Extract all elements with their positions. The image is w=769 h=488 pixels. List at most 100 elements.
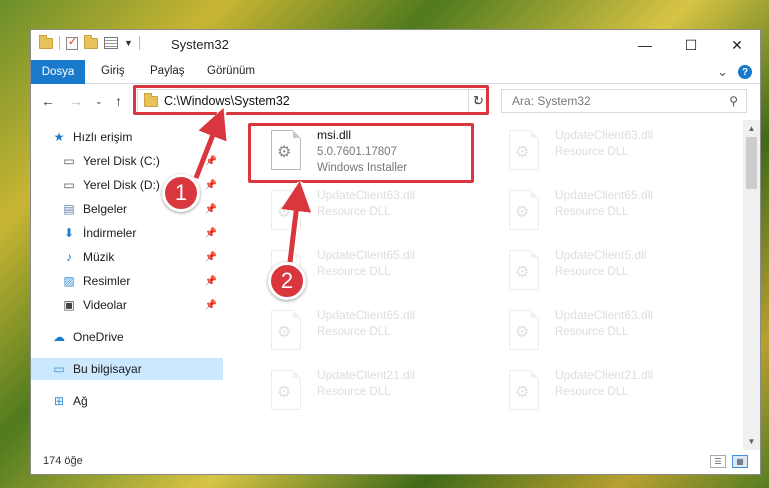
file-name: UpdateClient65.dll xyxy=(555,188,654,202)
recent-locations-icon[interactable]: ⌄ xyxy=(95,96,103,107)
ribbon-tabs: Dosya Giriş Paylaş Görünüm ⌄ ? xyxy=(31,60,760,84)
file-item[interactable]: ⚙ UpdateClient21.dll Resource DLL xyxy=(489,364,719,420)
sidebar-item-label: Videolar xyxy=(83,298,127,312)
address-path[interactable]: C:\Windows\System32 xyxy=(164,94,472,108)
cloud-icon: ☁ xyxy=(53,330,65,344)
sidebar-item-label: Ağ xyxy=(73,394,88,408)
title-bar: ▼ System32 — ☐ ✕ xyxy=(31,30,760,60)
pin-icon[interactable]: 📌 xyxy=(205,252,217,263)
file-item[interactable]: ⚙ UpdateClient63.dll Resource DLL xyxy=(489,304,719,360)
sidebar-item-music[interactable]: ♪ Müzik 📌 xyxy=(31,246,223,268)
tiles-view-icon[interactable]: ▦ xyxy=(732,455,748,468)
file-name: UpdateClient65.dll xyxy=(317,308,416,322)
forward-arrow-icon[interactable]: → xyxy=(69,93,83,109)
download-icon: ⬇ xyxy=(63,226,75,240)
sidebar-item-pictures[interactable]: ▨ Resimler 📌 xyxy=(31,270,223,292)
back-arrow-icon[interactable]: ← xyxy=(41,93,55,109)
document-icon: ▤ xyxy=(63,202,75,216)
file-item[interactable]: ⚙ UpdateClient21.dll Resource DLL xyxy=(251,364,481,420)
computer-icon: ▭ xyxy=(53,362,65,376)
list-icon[interactable] xyxy=(104,37,118,49)
file-description: Resource DLL xyxy=(317,386,391,398)
properties-check-icon[interactable] xyxy=(66,35,78,50)
gear-icon: ⚙ xyxy=(277,144,292,161)
file-description: Resource DLL xyxy=(317,206,391,218)
minimize-button[interactable]: — xyxy=(622,30,668,60)
item-count: 174 öğe xyxy=(43,455,83,467)
search-icon[interactable]: ⚲ xyxy=(729,94,738,108)
network-icon: ⊞ xyxy=(53,394,65,408)
file-item[interactable]: ⚙ UpdateClient63.dll Resource DLL xyxy=(489,124,719,180)
view-buttons: ☰ ▦ xyxy=(710,455,748,468)
qat-separator xyxy=(59,36,60,50)
help-icon[interactable]: ? xyxy=(738,65,752,79)
file-item[interactable]: ⚙ UpdateClient65.dll Resource DLL xyxy=(251,304,481,360)
details-view-icon[interactable]: ☰ xyxy=(710,455,726,468)
scroll-up-icon[interactable]: ▲ xyxy=(743,120,760,137)
window-controls: — ☐ ✕ xyxy=(622,30,760,60)
close-button[interactable]: ✕ xyxy=(714,30,760,60)
sidebar-item-quick-access[interactable]: ★ Hızlı erişim xyxy=(31,126,223,148)
file-description: Resource DLL xyxy=(317,326,391,338)
refresh-icon[interactable]: ↻ xyxy=(468,89,488,113)
gear-icon: ⚙ xyxy=(515,144,530,161)
tab-view[interactable]: Görünüm xyxy=(207,65,255,77)
up-arrow-icon[interactable]: ↑ xyxy=(115,93,122,109)
file-description: Resource DLL xyxy=(555,146,629,158)
pin-icon[interactable]: 📌 xyxy=(205,228,217,239)
gear-icon: ⚙ xyxy=(277,324,292,341)
file-list: ⚙ msi.dll 5.0.7601.17807 Windows Install… xyxy=(231,120,743,450)
explorer-window: ▼ System32 — ☐ ✕ Dosya Giriş Paylaş Görü… xyxy=(30,29,761,475)
file-description: Resource DLL xyxy=(317,266,391,278)
quick-access-toolbar: ▼ xyxy=(39,34,140,50)
sidebar-item-drive-c[interactable]: ▭ Yerel Disk (C:) 📌 xyxy=(31,150,223,172)
gear-icon: ⚙ xyxy=(277,204,292,221)
file-item[interactable]: ⚙ UpdateClient5.dll Resource DLL xyxy=(489,244,719,300)
expand-ribbon-icon[interactable]: ⌄ xyxy=(717,64,728,80)
tab-file[interactable]: Dosya xyxy=(31,60,85,84)
tab-share[interactable]: Paylaş xyxy=(150,65,185,77)
gear-icon: ⚙ xyxy=(515,384,530,401)
window-title: System32 xyxy=(171,37,229,52)
file-item[interactable]: ⚙ UpdateClient65.dll Resource DLL xyxy=(489,184,719,240)
file-version: 5.0.7601.17807 xyxy=(317,146,397,158)
sidebar-item-videos[interactable]: ▣ Videolar 📌 xyxy=(31,294,223,316)
file-name: UpdateClient65.dll xyxy=(317,248,416,262)
file-name: UpdateClient21.dll xyxy=(555,368,654,382)
music-icon: ♪ xyxy=(66,250,72,264)
pin-icon[interactable]: 📌 xyxy=(205,276,217,287)
sidebar-item-network[interactable]: ⊞ Ağ xyxy=(31,390,223,412)
file-name: UpdateClient63.dll xyxy=(317,188,416,202)
sidebar-item-this-pc[interactable]: ▭ Bu bilgisayar xyxy=(31,358,223,380)
sidebar-item-label: Bu bilgisayar xyxy=(73,362,142,376)
scroll-down-icon[interactable]: ▼ xyxy=(743,433,760,450)
picture-icon: ▨ xyxy=(63,274,75,288)
callout-badge-1: 1 xyxy=(162,174,200,212)
sidebar-item-downloads[interactable]: ⬇ İndirmeler 📌 xyxy=(31,222,223,244)
drive-icon: ▭ xyxy=(63,154,75,168)
customize-qat-icon[interactable]: ▼ xyxy=(124,38,133,48)
sidebar-item-onedrive[interactable]: ☁ OneDrive xyxy=(31,326,223,348)
gear-icon: ⚙ xyxy=(515,264,530,281)
file-item[interactable]: ⚙ UpdateClient63.dll Resource DLL xyxy=(251,184,481,240)
sidebar-item-label: Belgeler xyxy=(83,202,128,216)
sidebar-item-label: Yerel Disk (C:) xyxy=(83,154,160,168)
star-icon: ★ xyxy=(53,130,65,144)
maximize-button[interactable]: ☐ xyxy=(668,30,714,60)
sidebar-item-label: OneDrive xyxy=(73,330,124,344)
file-name: UpdateClient63.dll xyxy=(555,128,654,142)
file-description: Resource DLL xyxy=(555,266,629,278)
search-input[interactable]: Ara: System32 ⚲ xyxy=(501,89,747,113)
pin-icon[interactable]: 📌 xyxy=(205,204,217,215)
file-item-msi-dll[interactable]: ⚙ msi.dll 5.0.7601.17807 Windows Install… xyxy=(251,124,481,180)
video-icon: ▣ xyxy=(63,298,75,312)
vertical-scrollbar[interactable]: ▲ ▼ xyxy=(743,120,760,450)
gear-icon: ⚙ xyxy=(515,204,530,221)
new-folder-icon[interactable] xyxy=(84,34,98,49)
pin-icon[interactable]: 📌 xyxy=(205,180,217,191)
tab-home[interactable]: Giriş xyxy=(101,65,125,77)
address-bar[interactable]: C:\Windows\System32 ⌄ xyxy=(137,89,489,113)
pin-icon[interactable]: 📌 xyxy=(205,300,217,311)
scrollbar-thumb[interactable] xyxy=(746,137,757,189)
pin-icon[interactable]: 📌 xyxy=(205,156,217,167)
